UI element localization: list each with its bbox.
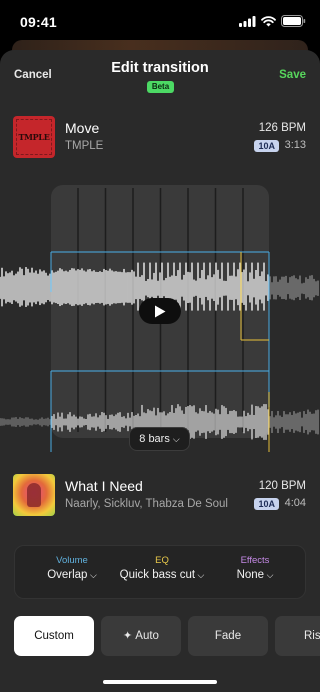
incoming-track: What I Need Naarly, Sickluv, Thabza De S…: [0, 474, 320, 518]
effects-label: Effects: [240, 555, 270, 566]
track-title: What I Need: [65, 478, 143, 494]
cover-figure: [27, 483, 41, 507]
track-cover-move: TMPLE: [13, 116, 55, 158]
status-time: 09:41: [20, 14, 57, 30]
header: Cancel Edit transition Beta Save: [0, 50, 320, 100]
mode-custom-button[interactable]: Custom: [14, 616, 94, 656]
mode-label: Fade: [214, 630, 242, 642]
track-duration: 4:04: [284, 497, 306, 509]
key-badge: 10A: [254, 140, 279, 152]
beta-badge: Beta: [147, 81, 174, 93]
volume-label: Volume: [56, 555, 88, 566]
track-title: Move: [65, 120, 100, 136]
edit-transition-sheet: Cancel Edit transition Beta Save TMPLE M…: [0, 50, 320, 692]
save-button[interactable]: Save: [279, 69, 306, 81]
transition-waveform[interactable]: 8 bars ⌵: [0, 182, 320, 452]
mode-label: Custom: [34, 630, 74, 642]
effects-control[interactable]: Effects None ⌵: [223, 555, 287, 581]
volume-control[interactable]: Volume Overlap ⌵: [37, 555, 107, 581]
wifi-icon: [261, 15, 276, 26]
track-artist: TMPLE: [65, 140, 104, 152]
battery-icon: [281, 15, 306, 27]
track-cover-what-i-need: [13, 474, 55, 516]
sparkle-icon: ✦: [123, 630, 136, 642]
track-artist: Naarly, Sickluv, Thabza De Soul: [65, 498, 228, 510]
play-icon: [155, 305, 166, 317]
key-badge: 10A: [254, 498, 279, 510]
signal-icon: [239, 15, 256, 27]
eq-label: EQ: [155, 555, 169, 566]
mode-fade-button[interactable]: Fade: [188, 616, 268, 656]
play-button[interactable]: [139, 298, 181, 324]
bars-selector[interactable]: 8 bars ⌵: [129, 427, 190, 451]
bars-label: 8 bars: [139, 433, 170, 445]
page-title: Edit transition: [111, 60, 209, 76]
transition-mode-tabs: Custom ✦ Auto Fade Ris: [0, 616, 320, 656]
chevron-down-icon: ⌵: [172, 434, 180, 444]
eq-control[interactable]: EQ Quick bass cut ⌵: [115, 555, 209, 581]
track-duration: 3:13: [284, 139, 306, 151]
volume-value: Overlap: [47, 569, 88, 581]
track-bpm: 126 BPM: [258, 122, 306, 134]
transition-settings-panel: Volume Overlap ⌵ EQ Quick bass cut ⌵ Eff…: [14, 545, 306, 599]
mode-auto-button[interactable]: ✦ Auto: [101, 616, 181, 656]
track-bpm: 120 BPM: [258, 480, 306, 492]
outgoing-track: TMPLE Move TMPLE 126 BPM 10A 3:13: [0, 116, 320, 160]
mode-label: Ris: [304, 630, 320, 642]
status-icons: [239, 15, 306, 27]
home-indicator: [103, 680, 217, 684]
status-bar: 09:41: [0, 0, 320, 44]
mode-rise-button[interactable]: Ris: [275, 616, 320, 656]
mode-label: Auto: [135, 630, 159, 642]
chevron-down-icon: ⌵: [195, 570, 205, 580]
effects-value: None: [236, 569, 265, 581]
chevron-down-icon: ⌵: [87, 570, 97, 580]
eq-value: Quick bass cut: [119, 569, 196, 581]
chevron-down-icon: ⌵: [264, 570, 274, 580]
